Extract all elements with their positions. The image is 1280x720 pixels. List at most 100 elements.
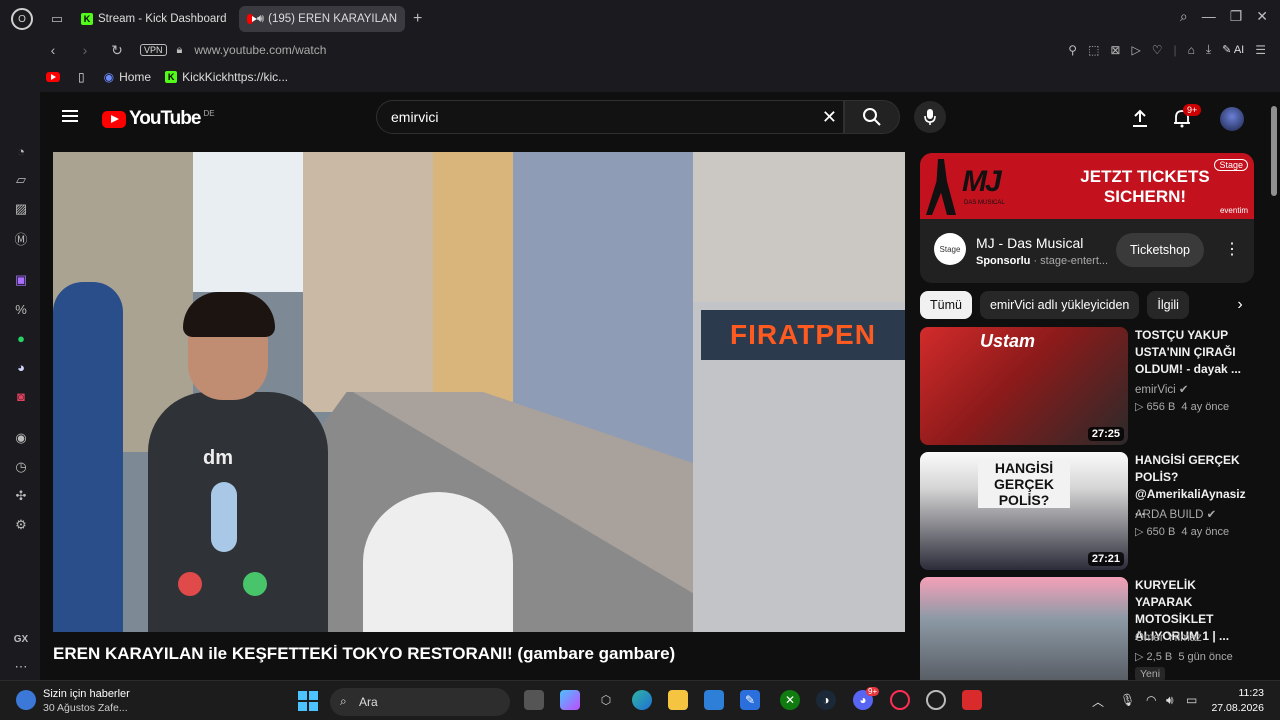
download-icon[interactable]: ⤓	[1206, 42, 1211, 57]
new-tab-icon[interactable]: +	[413, 10, 422, 28]
url-field[interactable]: www.youtube.com/watch	[194, 43, 326, 57]
maximize-icon[interactable]: ❐	[1230, 8, 1243, 25]
search-box[interactable]: emirvici ✕	[376, 100, 844, 134]
extensions-icon[interactable]: ✣	[12, 487, 30, 505]
channel-name[interactable]: ARDA BUILD ✔︎	[1135, 507, 1216, 521]
chip-related[interactable]: İlgili	[1147, 291, 1189, 319]
bookmark-page[interactable]: ▯	[78, 70, 90, 84]
ticketshop-button[interactable]: Ticketshop	[1116, 233, 1204, 267]
opera-gx-icon[interactable]	[890, 690, 910, 710]
microphone-tray-icon[interactable]: 🎙︎	[1120, 693, 1135, 707]
opera-logo-icon[interactable]: O	[11, 8, 33, 30]
spotify-icon[interactable]: ◉	[12, 429, 30, 447]
ai-button[interactable]: ✎ AI	[1222, 43, 1244, 56]
search-input[interactable]: emirvici	[391, 109, 438, 125]
tab-youtube-video[interactable]: 🔊︎ (195) EREN KARAYILAN	[239, 6, 405, 32]
clock-time[interactable]: 11:23	[1210, 687, 1265, 699]
recommended-video[interactable]: HANGİSİ GERÇEK POLİS? 27:21 HANGİSİ GERÇ…	[920, 452, 1254, 570]
video-thumbnail[interactable]: Ustam 27:25	[920, 327, 1128, 445]
wifi-icon[interactable]: ◠	[1146, 693, 1156, 707]
bookmark-youtube[interactable]	[46, 72, 64, 82]
windows-start-icon[interactable]	[298, 691, 318, 711]
recommended-video[interactable]: KURYELİK YAPARAK MOTOSİKLET ALIYORUM 1 |…	[920, 577, 1254, 680]
channel-label: ARDA BUILD	[1135, 509, 1204, 521]
bookmark-home[interactable]: ◉ Home	[104, 70, 152, 84]
battery-icon[interactable]: ▭	[1186, 693, 1197, 707]
forward-icon[interactable]: ›	[78, 42, 92, 58]
volume-icon[interactable]: 🔊︎	[1166, 693, 1174, 708]
video-thumbnail[interactable]: HANGİSİ GERÇEK POLİS? 27:21	[920, 452, 1128, 570]
pin-icon[interactable]: ⚲	[1068, 43, 1077, 57]
whatsapp-icon[interactable]: ●	[12, 329, 30, 347]
lock-icon[interactable]: 🔒︎	[177, 44, 183, 57]
tray-chevron-icon[interactable]: ︿	[1092, 693, 1104, 710]
gx-label[interactable]: GX	[12, 630, 30, 648]
xbox-icon[interactable]: ✕	[780, 690, 800, 710]
news-widget-icon[interactable]	[16, 690, 36, 710]
app-cube-icon[interactable]: ⬡	[596, 690, 616, 710]
scrollbar-thumb[interactable]	[1271, 106, 1277, 196]
history-icon[interactable]: ◷	[12, 458, 30, 476]
tab-kick-dashboard[interactable]: K Stream - Kick Dashboard	[73, 6, 235, 32]
page-scrollbar[interactable]	[1268, 92, 1280, 680]
more-icon[interactable]: ⋯	[12, 658, 30, 676]
taskbar-search[interactable]: ⌕ Ara	[330, 688, 510, 716]
bookmark-kick[interactable]: K KickKickhttps://kic...	[165, 70, 288, 84]
youtube-logo[interactable]: YouTube DE	[102, 108, 215, 130]
twitch-icon[interactable]: ▣	[12, 271, 30, 289]
minimize-icon[interactable]: —	[1202, 8, 1216, 25]
chip-from-uploader[interactable]: emirVici adlı yükleyiciden	[979, 291, 1140, 319]
tab-islands-icon[interactable]: ▭	[45, 7, 69, 31]
channel-name[interactable]: Ömer Yılmaz	[1135, 632, 1202, 644]
settings-gear-icon[interactable]: ⚙	[12, 516, 30, 534]
clock-date[interactable]: 27.08.2026	[1210, 702, 1264, 714]
app-icon[interactable]	[926, 690, 946, 710]
ad-advertiser-logo[interactable]: Stage	[934, 233, 966, 265]
send-icon[interactable]: ▷	[1131, 43, 1140, 57]
hamburger-menu-icon[interactable]	[62, 110, 78, 122]
wallpaper-icon[interactable]: ▨	[12, 200, 30, 218]
search-tabs-icon[interactable]: ⌕	[1180, 8, 1188, 25]
play-count-icon: ▷	[1135, 526, 1144, 538]
mail-icon[interactable]: Ⓜ	[12, 229, 30, 247]
editor-icon[interactable]: ✎	[740, 690, 760, 710]
percent-icon[interactable]: %	[12, 300, 30, 318]
create-upload-button[interactable]	[1128, 106, 1152, 130]
copilot-icon[interactable]	[560, 690, 580, 710]
wallet-icon[interactable]: ⌂	[1188, 43, 1195, 57]
avatar[interactable]	[1220, 107, 1244, 131]
back-icon[interactable]: ‹	[46, 42, 60, 58]
reload-icon[interactable]: ↻	[110, 42, 124, 59]
task-view-icon[interactable]	[524, 690, 544, 710]
file-explorer-icon[interactable]	[668, 690, 688, 710]
voice-search-button[interactable]	[914, 101, 946, 133]
adblock-icon[interactable]: ⊠	[1110, 43, 1120, 57]
chip-all[interactable]: Tümü	[920, 291, 972, 319]
close-icon[interactable]: ✕	[1256, 8, 1268, 25]
vpn-badge[interactable]: VPN	[140, 44, 167, 56]
store-icon[interactable]	[704, 690, 724, 710]
aria-icon[interactable]: ◔	[12, 142, 30, 160]
edge-icon[interactable]	[632, 690, 652, 710]
clear-search-icon[interactable]: ✕	[822, 107, 837, 128]
workspaces-icon[interactable]: ▱	[12, 171, 30, 189]
search-button[interactable]	[844, 100, 900, 134]
recorder-icon[interactable]	[962, 690, 982, 710]
ad-banner[interactable]: MJ DAS MUSICAL JETZT TICKETS SICHERN! St…	[920, 153, 1254, 219]
recommended-video[interactable]: Ustam 27:25 TOSTÇU YAKUP USTA'NIN ÇIRAĞI…	[920, 327, 1254, 445]
instagram-icon[interactable]: ◙	[12, 387, 30, 405]
channel-name[interactable]: emirVici ✔︎	[1135, 382, 1189, 396]
news-widget-subtitle[interactable]: 30 Ağustos Zafe...	[43, 702, 128, 714]
news-widget-title[interactable]: Sizin için haberler	[43, 688, 130, 700]
snapshot-icon[interactable]: ⬚	[1088, 43, 1099, 57]
bookmark-heart-icon[interactable]: ♡	[1152, 43, 1163, 57]
chevron-right-icon[interactable]: ›	[1226, 291, 1254, 319]
menu-icon[interactable]: ☰	[1255, 43, 1266, 57]
ad-title[interactable]: MJ - Das Musical	[976, 235, 1083, 251]
recommended-video-title[interactable]: TOSTÇU YAKUP USTA'NIN ÇIRAĞI OLDUM! - da…	[1135, 327, 1255, 378]
video-thumbnail[interactable]	[920, 577, 1128, 680]
video-player[interactable]: FIRATPEN dm	[53, 152, 905, 632]
discord-icon[interactable]: ◕	[12, 358, 30, 376]
steam-icon[interactable]: ◑	[816, 690, 836, 710]
more-options-icon[interactable]: ⋮	[1224, 239, 1240, 259]
